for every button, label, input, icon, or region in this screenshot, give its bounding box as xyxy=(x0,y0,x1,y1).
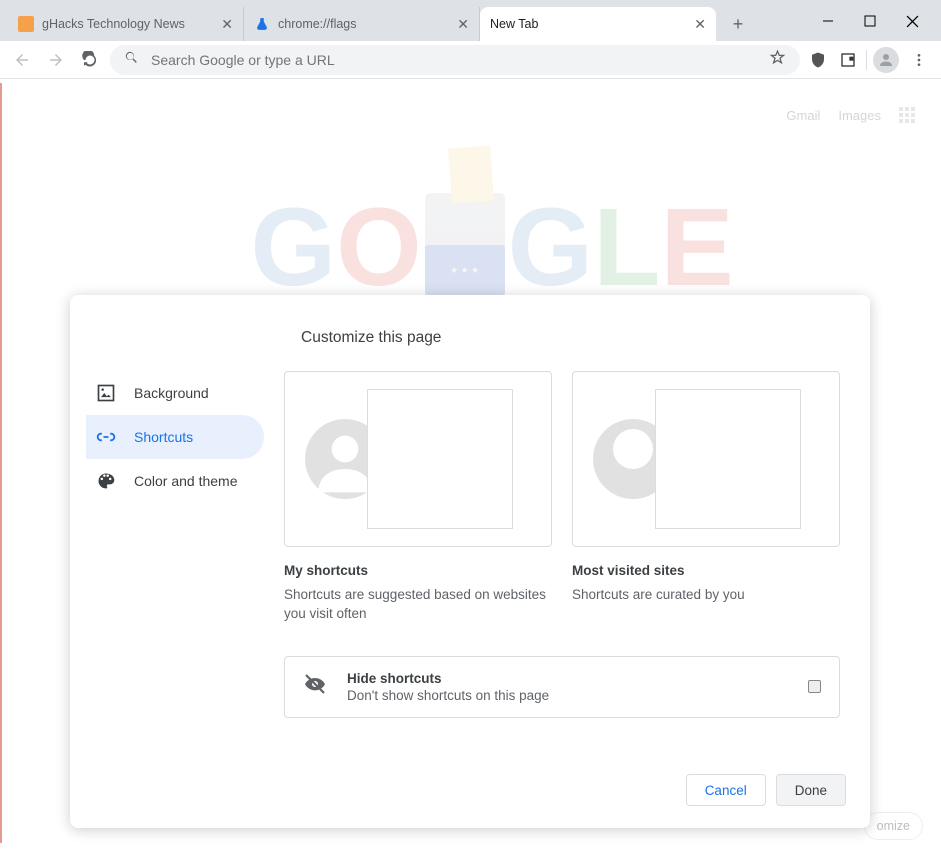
preview-rect xyxy=(655,389,801,529)
back-button[interactable] xyxy=(8,46,36,74)
customize-button-hidden[interactable]: omize xyxy=(864,812,923,840)
images-link[interactable]: Images xyxy=(838,108,881,123)
ballot-box-icon: ★ ★ ★ xyxy=(425,193,505,303)
modal-footer: Cancel Done xyxy=(70,758,870,828)
hide-text: Hide shortcuts Don't show shortcuts on t… xyxy=(347,671,788,703)
ublock-extension-icon[interactable] xyxy=(806,48,830,72)
search-icon xyxy=(124,50,139,70)
sidebar-item-color-theme[interactable]: Color and theme xyxy=(86,459,264,503)
gmail-link[interactable]: Gmail xyxy=(786,108,820,123)
done-button[interactable]: Done xyxy=(776,774,846,806)
most-visited-card[interactable] xyxy=(572,371,840,547)
tab-strip: gHacks Technology News ✕ chrome://flags … xyxy=(0,7,752,41)
extension-icon[interactable] xyxy=(836,48,860,72)
palette-icon xyxy=(96,471,116,491)
new-tab-button[interactable]: + xyxy=(724,10,752,38)
hide-title: Hide shortcuts xyxy=(347,671,788,686)
maximize-button[interactable] xyxy=(859,10,881,32)
my-shortcuts-card[interactable] xyxy=(284,371,552,547)
hide-shortcuts-checkbox[interactable] xyxy=(808,680,821,693)
modal-title: Customize this page xyxy=(70,295,870,347)
cancel-button[interactable]: Cancel xyxy=(686,774,766,806)
image-icon xyxy=(96,383,116,403)
window-controls xyxy=(817,0,941,32)
google-apps-icon[interactable] xyxy=(899,107,915,123)
tab-chrome-flags[interactable]: chrome://flags ✕ xyxy=(244,7,480,41)
forward-button[interactable] xyxy=(42,46,70,74)
modal-sidebar: Background Shortcuts Color and theme xyxy=(70,371,270,758)
close-icon[interactable]: ✕ xyxy=(694,16,706,33)
option-desc: Shortcuts are curated by you xyxy=(572,586,840,605)
tab-new-tab[interactable]: New Tab ✕ xyxy=(480,7,716,41)
ghacks-favicon xyxy=(18,16,34,32)
new-tab-content: Gmail Images G O ★ ★ ★ G L E omize Custo… xyxy=(0,79,941,850)
close-icon[interactable]: ✕ xyxy=(221,16,233,33)
close-window-button[interactable] xyxy=(901,10,923,32)
sidebar-item-background[interactable]: Background xyxy=(86,371,264,415)
tab-title: New Tab xyxy=(490,17,688,31)
sidebar-item-label: Color and theme xyxy=(134,473,238,489)
url-input[interactable] xyxy=(151,52,757,68)
bookmark-star-icon[interactable] xyxy=(769,49,786,71)
option-title: Most visited sites xyxy=(572,563,840,578)
option-title: My shortcuts xyxy=(284,563,552,578)
toolbar xyxy=(0,41,941,79)
reload-button[interactable] xyxy=(76,46,104,74)
tab-title: chrome://flags xyxy=(278,17,451,31)
profile-avatar[interactable] xyxy=(873,47,899,73)
toolbar-separator xyxy=(866,50,867,70)
option-my-shortcuts: My shortcuts Shortcuts are suggested bas… xyxy=(284,371,552,624)
minimize-button[interactable] xyxy=(817,10,839,32)
options-panel: My shortcuts Shortcuts are suggested bas… xyxy=(270,371,870,758)
preview-rect xyxy=(367,389,513,529)
flask-favicon-icon xyxy=(254,16,270,32)
close-icon[interactable]: ✕ xyxy=(457,16,469,33)
decorative-edge xyxy=(0,83,2,843)
hide-desc: Don't show shortcuts on this page xyxy=(347,688,788,703)
chrome-menu-button[interactable] xyxy=(905,46,933,74)
option-desc: Shortcuts are suggested based on website… xyxy=(284,586,552,624)
hide-shortcuts-row: Hide shortcuts Don't show shortcuts on t… xyxy=(284,656,840,718)
tab-ghacks[interactable]: gHacks Technology News ✕ xyxy=(8,7,244,41)
sidebar-item-label: Shortcuts xyxy=(134,429,193,445)
title-bar: gHacks Technology News ✕ chrome://flags … xyxy=(0,0,941,41)
google-doodle[interactable]: G O ★ ★ ★ G L E xyxy=(251,143,691,303)
link-icon xyxy=(96,427,116,447)
option-most-visited: Most visited sites Shortcuts are curated… xyxy=(572,371,840,624)
sidebar-item-shortcuts[interactable]: Shortcuts xyxy=(86,415,264,459)
omnibox[interactable] xyxy=(110,45,800,75)
sidebar-item-label: Background xyxy=(134,385,209,401)
header-links: Gmail Images xyxy=(786,107,915,123)
customize-modal: Customize this page Background Shortcuts xyxy=(70,295,870,828)
tab-title: gHacks Technology News xyxy=(42,17,215,31)
hide-eye-icon xyxy=(303,672,327,701)
